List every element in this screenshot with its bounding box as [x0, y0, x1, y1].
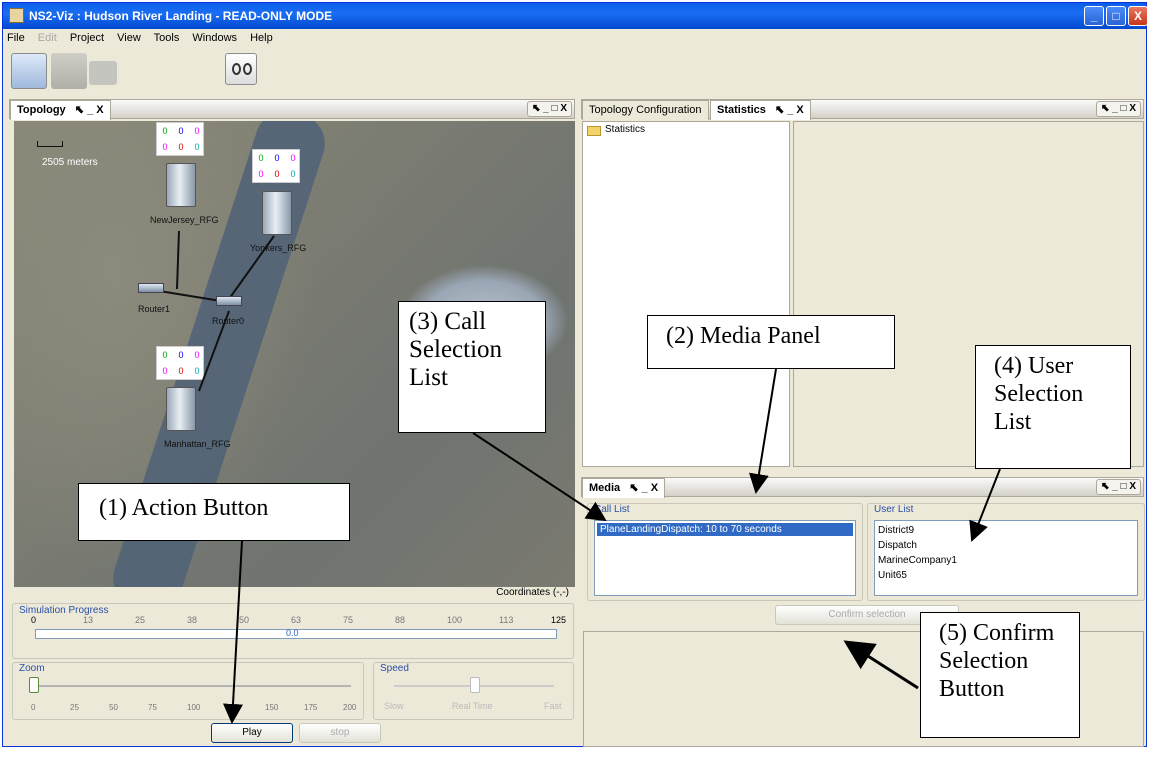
- arrow-user-selection: [969, 468, 1001, 542]
- arrow-media-panel: [749, 368, 777, 494]
- arrow-call-selection: [472, 432, 607, 522]
- callout-arrows: [223, 368, 1001, 724]
- arrow-confirm-selection: [843, 640, 919, 690]
- arrow-action-button: [223, 540, 243, 724]
